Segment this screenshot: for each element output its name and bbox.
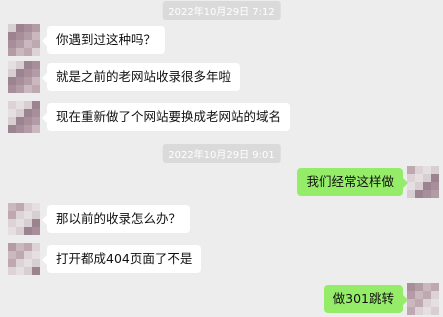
avatar[interactable] <box>407 166 439 198</box>
message-bubble[interactable]: 你遇到过这种吗？ <box>41 26 166 54</box>
message-row: 你遇到过这种吗？ <box>0 24 443 58</box>
timestamp: 2022年10月29日 7:12 <box>162 1 281 20</box>
message-bubble[interactable]: 打开都成404页面了不是 <box>41 245 202 273</box>
message-bubble[interactable]: 做301跳转 <box>323 285 409 313</box>
avatar[interactable] <box>8 61 40 93</box>
message-bubble[interactable]: 就是之前的老网站收录很多年啦 <box>41 63 241 91</box>
timestamp: 2022年10月29日 9:01 <box>162 144 281 163</box>
avatar[interactable] <box>407 283 439 315</box>
avatar[interactable] <box>8 24 40 56</box>
message-row: 就是之前的老网站收录很多年啦 <box>0 61 443 95</box>
message-row: 现在重新做了个网站要换成老网站的域名 <box>0 101 443 135</box>
avatar[interactable] <box>8 203 40 235</box>
message-row: 那以前的收录怎么办？ <box>0 203 443 237</box>
message-bubble[interactable]: 我们经常这样做 <box>297 168 408 196</box>
message-bubble[interactable]: 现在重新做了个网站要换成老网站的域名 <box>41 103 291 131</box>
message-row: 做301跳转 <box>0 283 443 317</box>
avatar[interactable] <box>8 101 40 133</box>
message-row: 我们经常这样做 <box>0 166 443 200</box>
message-row: 打开都成404页面了不是 <box>0 243 443 277</box>
message-bubble[interactable]: 那以前的收录怎么办？ <box>41 205 191 233</box>
chat-window: 2022年10月29日 7:12 你遇到过这种吗？ 就是之前的老网站收录很多年啦… <box>0 0 443 315</box>
avatar[interactable] <box>8 243 40 275</box>
